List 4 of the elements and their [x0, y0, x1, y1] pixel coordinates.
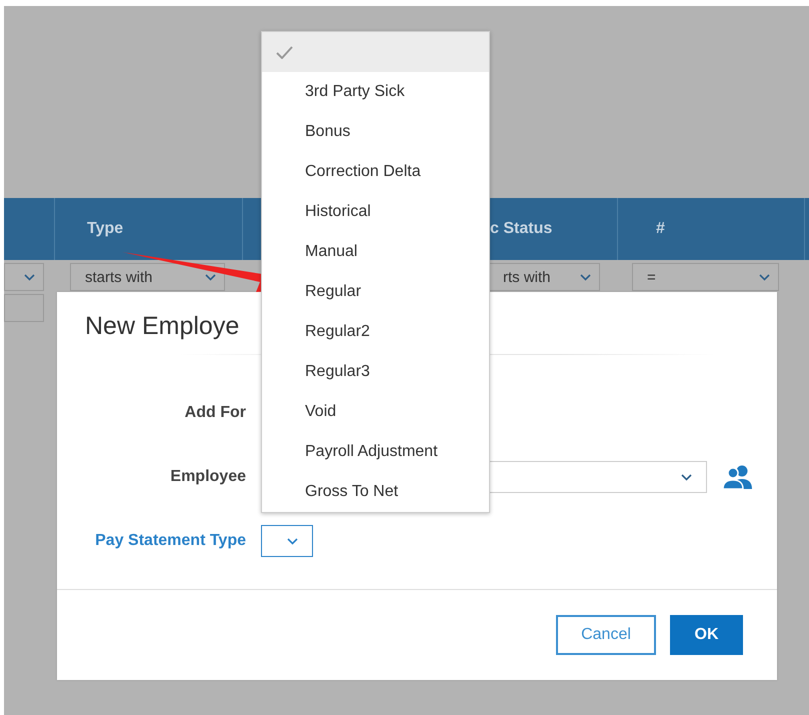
- field-label: Pay Statement Type: [94, 532, 246, 550]
- field-label: Employee: [169, 468, 246, 486]
- dialog-title: New Employe: [85, 312, 240, 340]
- field-label: Add For: [184, 404, 246, 422]
